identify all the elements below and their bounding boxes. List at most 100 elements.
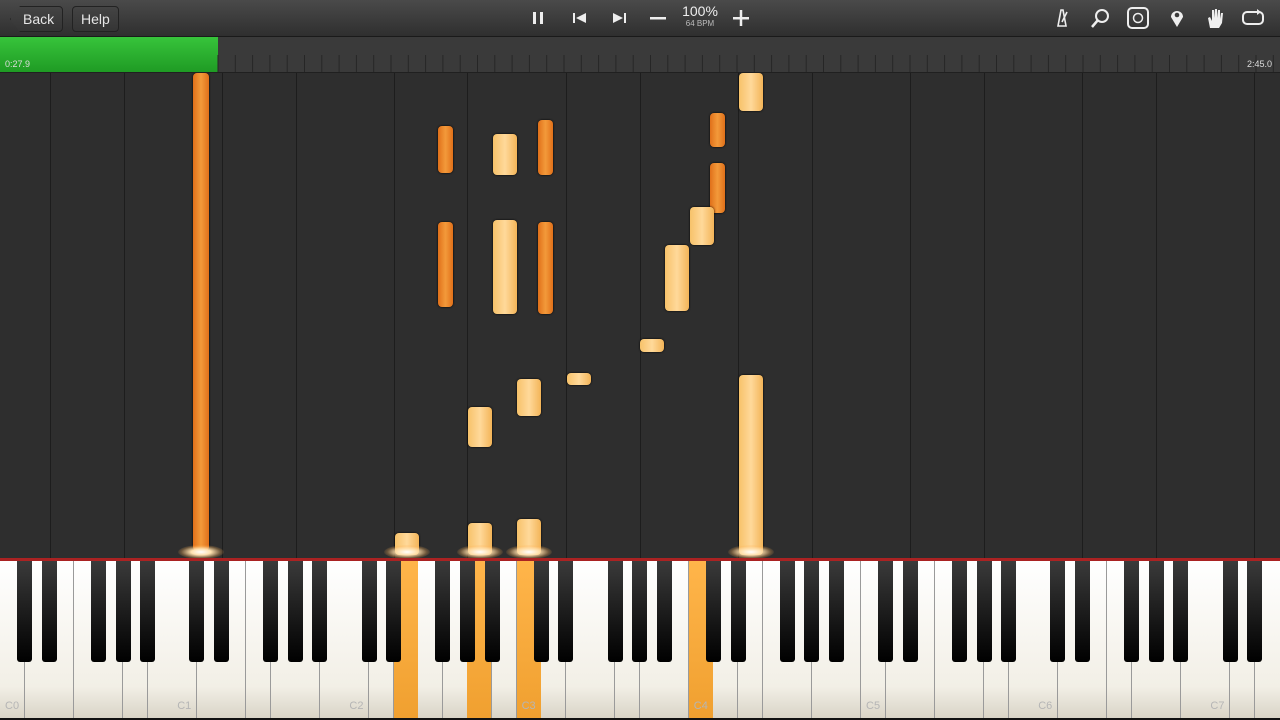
- falling-note: [193, 73, 209, 551]
- total-time: 2:45.0: [1246, 59, 1272, 69]
- falling-note: [739, 375, 763, 555]
- black-key[interactable]: [1050, 561, 1066, 662]
- black-key[interactable]: [607, 561, 623, 662]
- black-key[interactable]: [459, 561, 475, 662]
- octave-label: C4: [693, 700, 708, 712]
- black-key[interactable]: [189, 561, 205, 662]
- elapsed-time: 0:27.9: [5, 59, 31, 69]
- loop-icon: [1242, 9, 1264, 25]
- octave-label: C5: [866, 700, 881, 712]
- black-key[interactable]: [386, 561, 402, 662]
- falling-note: [567, 373, 591, 385]
- pause-icon: [533, 12, 543, 24]
- piano-keyboard: C0 C1 C2 C3 C4 C5 C6 C7: [0, 561, 1280, 720]
- next-button[interactable]: [609, 6, 629, 30]
- black-key[interactable]: [287, 561, 303, 662]
- metronome-button[interactable]: [1052, 6, 1072, 30]
- plus-icon: [733, 10, 749, 26]
- octave-label: C1: [177, 700, 192, 712]
- tempo-bpm: 64 BPM: [685, 19, 715, 28]
- octave-label: C0: [5, 700, 20, 712]
- falling-note: [493, 220, 517, 314]
- black-key[interactable]: [1001, 561, 1017, 662]
- falling-note: [710, 113, 725, 147]
- faster-button[interactable]: [731, 6, 751, 30]
- falling-note: [438, 222, 453, 307]
- slower-button[interactable]: [648, 6, 668, 30]
- octave-label: C7: [1210, 700, 1225, 712]
- black-key[interactable]: [779, 561, 795, 662]
- octave-label: C6: [1038, 700, 1053, 712]
- black-key[interactable]: [1148, 561, 1164, 662]
- previous-button[interactable]: [570, 6, 590, 30]
- octave-label: C2: [349, 700, 364, 712]
- note-glow: [384, 545, 430, 558]
- black-key[interactable]: [730, 561, 746, 662]
- black-key[interactable]: [115, 561, 131, 662]
- falling-note: [438, 126, 453, 173]
- black-key[interactable]: [558, 561, 574, 662]
- black-key[interactable]: [902, 561, 918, 662]
- hand-settings-icon: [1127, 7, 1149, 29]
- bookmark-button[interactable]: [1167, 6, 1187, 30]
- measure-ticks: [217, 55, 1274, 72]
- search-icon: [1091, 9, 1109, 28]
- metronome-icon: [1057, 9, 1068, 27]
- falling-note: [665, 245, 689, 311]
- skip-forward-icon: [613, 13, 626, 23]
- falling-note: [739, 73, 763, 111]
- black-key[interactable]: [1247, 561, 1263, 662]
- octave-label: C3: [521, 700, 536, 712]
- grab-button[interactable]: [1204, 6, 1226, 30]
- falling-note: [690, 207, 714, 245]
- black-key[interactable]: [312, 561, 328, 662]
- toolbar: Back Help 100% 64 BPM: [0, 0, 1280, 37]
- note-glow: [506, 545, 552, 558]
- hands-button[interactable]: [1126, 6, 1150, 30]
- black-key[interactable]: [705, 561, 721, 662]
- tempo-display: 100% 64 BPM: [678, 3, 722, 29]
- black-key[interactable]: [951, 561, 967, 662]
- back-button[interactable]: Back: [10, 6, 64, 32]
- location-pin-icon: [1171, 11, 1183, 27]
- black-key[interactable]: [976, 561, 992, 662]
- loop-button[interactable]: [1241, 6, 1265, 30]
- black-key[interactable]: [213, 561, 229, 662]
- black-key[interactable]: [1173, 561, 1189, 662]
- black-key[interactable]: [878, 561, 894, 662]
- falling-note: [468, 407, 492, 447]
- zoom-percent: 100%: [682, 3, 718, 19]
- black-key[interactable]: [656, 561, 672, 662]
- black-key[interactable]: [484, 561, 500, 662]
- black-key[interactable]: [1074, 561, 1090, 662]
- black-key[interactable]: [90, 561, 106, 662]
- help-button[interactable]: Help: [72, 6, 119, 32]
- minus-icon: [650, 17, 666, 20]
- black-key[interactable]: [263, 561, 279, 662]
- note-glow: [728, 545, 774, 558]
- black-key[interactable]: [1222, 561, 1238, 662]
- black-key[interactable]: [435, 561, 451, 662]
- falling-note: [493, 134, 517, 175]
- falling-note: [640, 339, 664, 352]
- black-key[interactable]: [632, 561, 648, 662]
- hand-icon: [1208, 9, 1223, 28]
- black-key[interactable]: [804, 561, 820, 662]
- note-glow: [457, 545, 503, 558]
- falling-note: [710, 163, 725, 213]
- black-key[interactable]: [828, 561, 844, 662]
- search-button[interactable]: [1089, 6, 1111, 30]
- black-key[interactable]: [361, 561, 377, 662]
- song-progress-bar[interactable]: 0:27.9 2:45.0: [0, 37, 1280, 73]
- note-glow: [178, 545, 224, 558]
- black-key[interactable]: [533, 561, 549, 662]
- black-key[interactable]: [1124, 561, 1140, 662]
- black-key[interactable]: [140, 561, 156, 662]
- pause-button[interactable]: [528, 6, 548, 30]
- skip-back-icon: [573, 13, 586, 23]
- falling-note: [538, 120, 553, 175]
- black-key[interactable]: [17, 561, 33, 662]
- note-roll: [0, 73, 1280, 558]
- falling-note: [517, 379, 541, 416]
- black-key[interactable]: [41, 561, 57, 662]
